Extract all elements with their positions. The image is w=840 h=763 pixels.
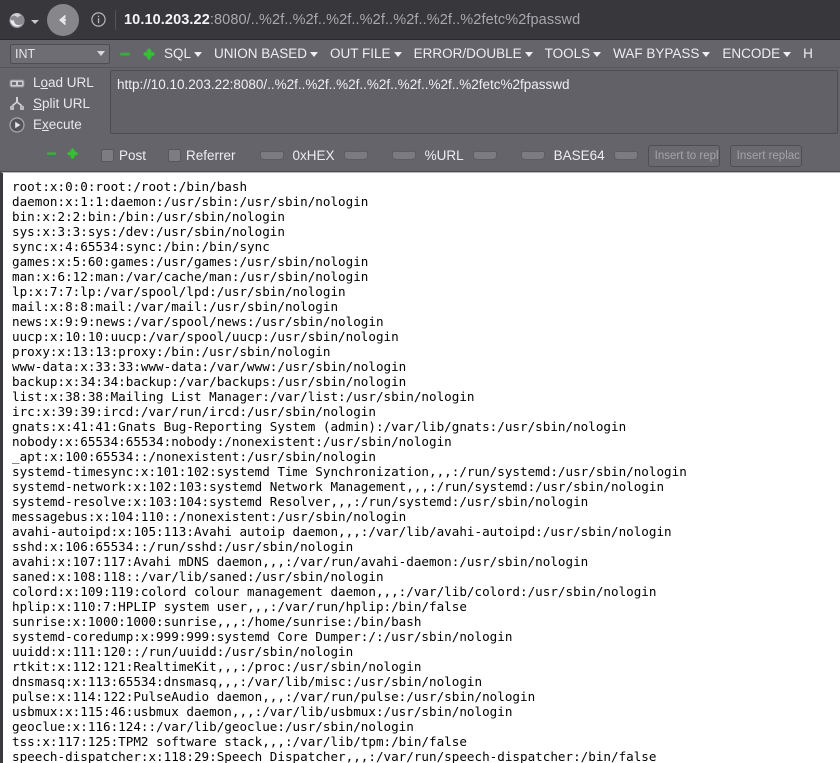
base64-decode-button[interactable] [613, 151, 638, 160]
load-url-button[interactable]: Load URL [8, 72, 110, 93]
url-bar[interactable]: 10.10.203.22:8080/..%2f..%2f..%2f..%2f..… [124, 12, 580, 28]
split-url-button[interactable]: Split URL [8, 93, 110, 114]
type-select[interactable]: INT [10, 43, 110, 64]
menu-error-double-label: ERROR/DOUBLE [413, 46, 522, 61]
base64-encoding-group: BASE64 [520, 148, 638, 163]
load-url-icon [8, 74, 26, 92]
menu-waf-bypass-label: WAF BYPASS [613, 46, 700, 61]
execute-button[interactable]: Execute [8, 114, 110, 135]
response-content: root:x:0:0:root:/root:/bin/bash daemon:x… [0, 172, 840, 763]
menu-hash-label: H [803, 46, 813, 61]
menu-sql[interactable]: SQL [158, 40, 208, 67]
execute-label: Execute [33, 117, 82, 132]
info-circle-icon[interactable] [89, 11, 107, 29]
chevron-down-icon[interactable] [31, 20, 39, 24]
base64-encode-button[interactable] [520, 151, 545, 160]
menu-encode[interactable]: ENCODE [716, 40, 797, 67]
execute-icon [8, 116, 26, 134]
url-encoding-group: %URL [391, 148, 497, 163]
referrer-checkbox[interactable]: Referrer [168, 148, 236, 163]
chevron-down-icon [702, 52, 711, 57]
hex-label: 0xHEX [292, 148, 335, 163]
chevron-down-icon [310, 52, 319, 57]
green-plus-icon [143, 47, 155, 60]
menu-tools[interactable]: TOOLS [539, 40, 608, 67]
chevron-down-icon [783, 52, 792, 57]
option-icon-group [45, 147, 79, 165]
menu-encode-label: ENCODE [722, 46, 781, 61]
url-separator [115, 9, 116, 30]
hackbar-panel: Load URL Split URL Execute http://10.10.… [0, 68, 840, 140]
hex-encoding-group: 0xHEX [259, 148, 368, 163]
load-url-label: Load URL [33, 75, 94, 90]
menu-sql-label: SQL [164, 46, 192, 61]
insert-to-replace-button[interactable]: Insert to repl [647, 144, 720, 167]
chevron-down-icon [393, 52, 402, 57]
back-button[interactable] [47, 3, 79, 36]
green-plus-icon [66, 147, 79, 159]
execute-label-rest: ecute [48, 117, 82, 132]
insert-replace-button[interactable]: Insert replac [729, 144, 802, 167]
chevron-down-icon [194, 52, 203, 57]
load-url-label-rest: ad URL [48, 75, 94, 90]
referrer-label: Referrer [186, 148, 236, 163]
base64-label: BASE64 [553, 148, 605, 163]
menu-union-based[interactable]: UNION BASED [208, 40, 324, 67]
chevron-down-icon [97, 51, 105, 56]
menu-waf-bypass[interactable]: WAF BYPASS [607, 40, 716, 67]
back-arrow-icon [59, 14, 66, 25]
type-select-value: INT [15, 46, 36, 61]
firefox-logo-icon [4, 7, 30, 33]
url-host: 10.10.203.22 [124, 11, 210, 28]
post-checkbox[interactable]: Post [101, 148, 146, 163]
url-textarea[interactable]: http://10.10.203.22:8080/..%2f..%2f..%2f… [110, 70, 838, 134]
chevron-down-icon [524, 52, 533, 57]
split-url-icon [8, 95, 26, 113]
menu-error-double[interactable]: ERROR/DOUBLE [408, 40, 539, 67]
url-encoding-label: %URL [424, 148, 464, 163]
hackbar-options-bar: Post Referrer 0xHEX %URL BASE64 Insert t… [0, 140, 840, 172]
browser-window: 10.10.203.22:8080/..%2f..%2f..%2f..%2f..… [0, 0, 840, 763]
browser-navbar: 10.10.203.22:8080/..%2f..%2f..%2f..%2f..… [0, 0, 840, 40]
chevron-down-icon [593, 52, 602, 57]
menu-union-based-label: UNION BASED [214, 46, 308, 61]
hex-decode-button[interactable] [343, 151, 368, 160]
green-minus-icon [46, 151, 57, 155]
url-decode-button[interactable] [472, 151, 497, 160]
green-minus-icon [120, 52, 130, 56]
add-param-button[interactable] [66, 147, 79, 165]
split-url-label: Split URL [33, 96, 91, 111]
post-label: Post [119, 148, 147, 163]
url-encode-button[interactable] [391, 151, 416, 160]
action-list: Load URL Split URL Execute [0, 68, 110, 135]
url-path: :8080/..%2f..%2f..%2f..%2f..%2f..%2f..%2… [209, 11, 581, 28]
split-url-label-rest: plit URL [42, 96, 91, 111]
remove-param-button[interactable] [45, 147, 58, 165]
checkbox-box [101, 149, 114, 162]
menu-hash[interactable]: H [797, 40, 819, 67]
checkbox-box [168, 149, 182, 162]
hackbar-menubar: INT SQL UNION BASED OUT FILE ERROR/DOUBL… [0, 40, 840, 68]
menu-tools-label: TOOLS [544, 46, 591, 61]
hex-encode-button[interactable] [259, 151, 284, 160]
menu-out-file[interactable]: OUT FILE [324, 40, 408, 67]
remove-tab-button[interactable] [116, 44, 134, 64]
menu-out-file-label: OUT FILE [330, 46, 391, 61]
add-tab-button[interactable] [140, 44, 158, 64]
passwd-file-text: root:x:0:0:root:/root:/bin/bash daemon:x… [12, 179, 687, 763]
